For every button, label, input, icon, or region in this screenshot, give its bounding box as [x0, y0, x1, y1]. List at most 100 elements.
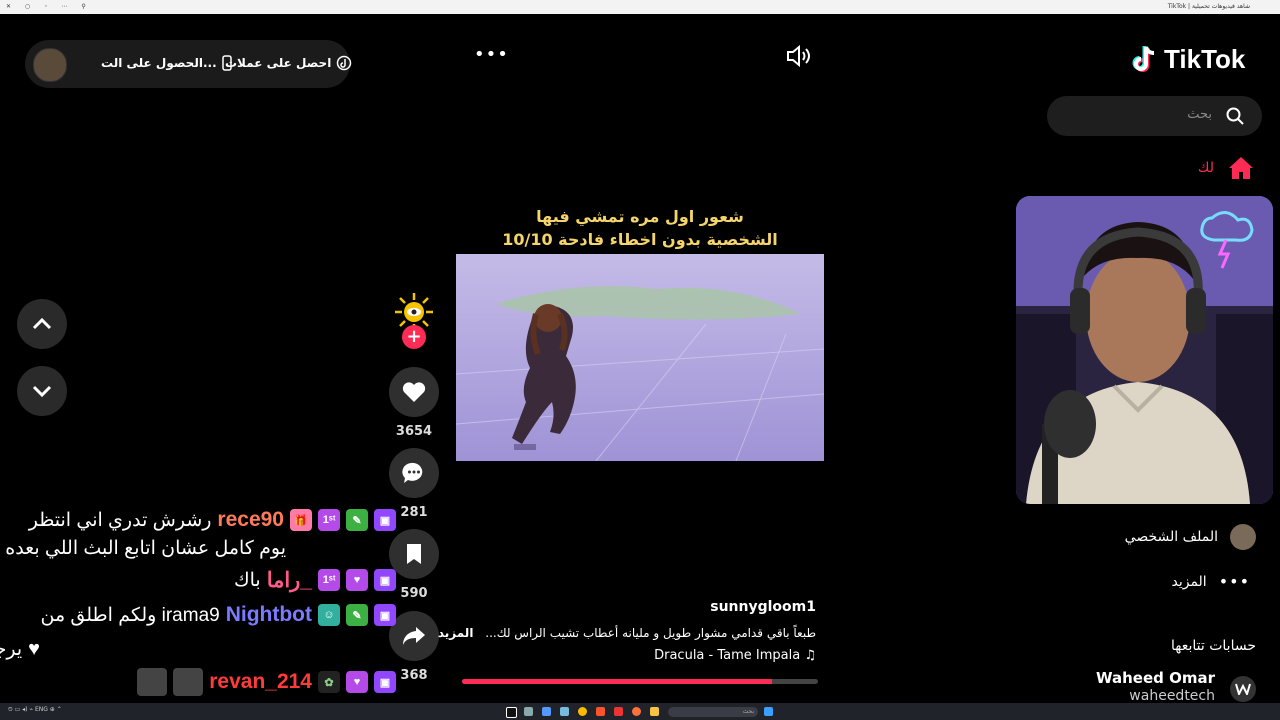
brand-name: TikTok	[1164, 43, 1246, 74]
app-icon[interactable]	[524, 707, 533, 716]
video-music[interactable]: ♫ Dracula - Tame Impala	[466, 648, 816, 663]
coin-icon	[337, 55, 352, 71]
verified-badge-icon: ✎	[346, 509, 368, 531]
chat-text: رشرش تدري اني انتظر	[28, 509, 212, 531]
comment-count: 281	[400, 505, 428, 520]
video-player[interactable]	[456, 254, 824, 461]
chrome-icon[interactable]	[578, 707, 587, 716]
user-avatar[interactable]	[33, 48, 67, 82]
chevron-down-icon	[32, 385, 52, 397]
taskbar-search[interactable]: بحث	[668, 707, 758, 717]
bookmark-icon	[407, 544, 421, 564]
chat-text: باك	[233, 569, 261, 591]
stream-chat: ▣ ✎ 1ˢᵗ 🎁 rece90 رشرش تدري اني انتظر يوم…	[0, 505, 396, 697]
taskbar-search-placeholder: بحث	[742, 708, 754, 715]
nav-for-you-label: لك	[1197, 160, 1214, 176]
following-handle: waheedtech	[1129, 688, 1215, 702]
emote-icon	[173, 668, 204, 696]
video-caption: طبعاً باقي قدامي مشوار طويل و مليانه أعط…	[485, 626, 816, 640]
streamer-webcam	[1016, 196, 1273, 504]
chat-message: ▣ ♥ 1ˢᵗ _راما باك	[6, 561, 396, 599]
first-badge-icon: 1ˢᵗ	[318, 569, 340, 591]
overlay-line-2: الشخصية بدون اخطاء فادحة 10/10	[502, 230, 778, 249]
twitch-badge-icon: ▣	[374, 604, 396, 626]
like-count: 3654	[395, 424, 433, 439]
share-icon	[403, 627, 425, 645]
video-caption-row: طبعاً باقي قدامي مشوار طويل و مليانه أعط…	[438, 626, 816, 640]
chat-username[interactable]: Nightbot	[226, 603, 312, 627]
emote-icon	[137, 668, 168, 696]
overlay-line-1: شعور اول مره تمشي فيها	[536, 207, 744, 226]
video-progress-bar[interactable]	[462, 679, 818, 684]
firefox-icon[interactable]	[632, 707, 641, 716]
windows-start-icon[interactable]	[764, 707, 773, 716]
comment-icon	[402, 462, 423, 483]
heart-icon	[402, 382, 426, 402]
tiktok-logo[interactable]: TikTok	[1130, 42, 1245, 76]
get-coins-button[interactable]: احصل على عملات	[225, 55, 352, 71]
folder-icon[interactable]	[650, 707, 659, 716]
avatar	[1230, 524, 1256, 550]
following-account[interactable]: Waheed Omar waheedtech	[1096, 668, 1256, 702]
video-more-options[interactable]: •••	[474, 44, 509, 65]
chevron-up-icon	[32, 318, 52, 330]
get-app-label: الحصول على الت...	[101, 56, 217, 70]
tray-lang: ENG	[34, 706, 48, 713]
search-placeholder: بحث	[1187, 107, 1212, 122]
prev-video-button[interactable]	[17, 299, 67, 349]
tiktok-app-icon[interactable]	[506, 707, 517, 718]
bot-badge-icon: ☺	[318, 604, 340, 626]
twitch-badge-icon: ▣	[374, 569, 396, 591]
video-progress-fill	[462, 679, 772, 684]
caption-more-button[interactable]: المزيد	[438, 626, 474, 640]
search-icon[interactable]	[1226, 107, 1244, 125]
heart-badge-icon: ♥	[346, 671, 368, 693]
video-overlay-text: شعور اول مره تمشي فيها الشخصية بدون اخطا…	[456, 205, 824, 251]
nav-more[interactable]: ••• المزيد	[1171, 572, 1250, 591]
following-title: حسابات تتابعها	[1171, 638, 1256, 654]
chat-text: يرجع	[0, 638, 23, 660]
app-icon[interactable]	[614, 707, 623, 716]
twitch-badge-icon: ▣	[374, 671, 396, 693]
app-icon[interactable]	[560, 707, 569, 716]
next-video-button[interactable]	[17, 366, 67, 416]
twitch-badge-icon: ▣	[374, 509, 396, 531]
home-icon	[1229, 157, 1253, 179]
chat-message: ▣ ✎ 1ˢᵗ 🎁 rece90 رشرش تدري اني انتظر	[6, 505, 396, 535]
white-heart-icon: ♥	[28, 637, 40, 660]
following-name: Waheed Omar	[1096, 669, 1215, 687]
brave-icon[interactable]	[596, 707, 605, 716]
chat-text: irama9 ولكم اطلق من	[40, 604, 220, 626]
nav-for-you[interactable]: لك	[1198, 156, 1254, 180]
save-count: 590	[400, 586, 428, 601]
window-title: TikTok | شاهد فيديوهات تحميلية	[1167, 3, 1250, 10]
save-button[interactable]	[389, 529, 439, 579]
follow-button[interactable]: +	[402, 325, 426, 349]
system-tray[interactable]: ⏲ ▭ ◂) ⌁ ENG ⊕ ⌃	[8, 706, 62, 714]
account-w-icon	[1235, 683, 1251, 695]
nav-profile[interactable]: الملف الشخصي	[1125, 524, 1256, 550]
get-coins-label: احصل على عملات	[225, 56, 332, 70]
chat-message: ▣ ♥ ✿ revan_214	[6, 667, 396, 697]
nav-more-label: المزيد	[1171, 573, 1207, 590]
share-button[interactable]	[389, 611, 439, 661]
get-app-button[interactable]: الحصول على الت...	[101, 55, 232, 71]
chat-username[interactable]: _راما	[267, 568, 312, 593]
window-controls[interactable]: ✕ ○ ◦ ⋯ ⚲	[6, 0, 92, 14]
chat-message-cont: يوم كامل عشان اتابع البث اللي بعده ؟	[0, 535, 396, 561]
music-title: Dracula - Tame Impala	[654, 648, 801, 663]
os-taskbar: ⏲ ▭ ◂) ⌁ ENG ⊕ ⌃ بحث	[0, 703, 1280, 720]
tiktok-note-icon	[1132, 46, 1155, 72]
chat-username[interactable]: revan_214	[209, 670, 312, 694]
like-button[interactable]	[389, 367, 439, 417]
chat-username[interactable]: rece90	[217, 508, 284, 532]
chat-message: ▣ ✎ ☺ Nightbot irama9 ولكم اطلق من	[6, 599, 396, 631]
plus-icon: +	[406, 326, 422, 347]
app-icon[interactable]	[542, 707, 551, 716]
gift-badge-icon: 🎁	[290, 509, 312, 531]
chat-text: يوم كامل عشان اتابع البث اللي بعده ؟	[0, 537, 286, 559]
video-author[interactable]: sunnygloom1	[466, 599, 816, 615]
volume-icon[interactable]	[786, 45, 812, 67]
search-box[interactable]: بحث	[1047, 96, 1262, 136]
comment-button[interactable]	[389, 448, 439, 498]
